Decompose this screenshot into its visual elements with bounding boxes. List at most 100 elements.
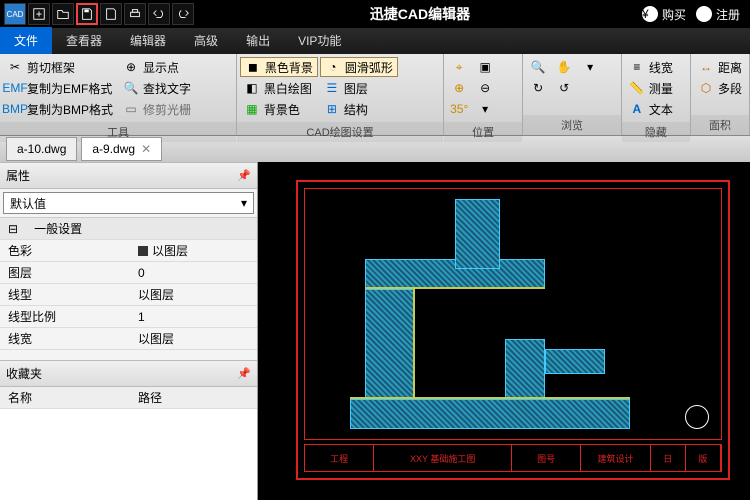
save-icon[interactable]: [76, 3, 98, 25]
coin-icon: ¥: [642, 6, 658, 22]
pos-btn-4[interactable]: ▣: [473, 57, 497, 77]
browse-btn-3[interactable]: ✋: [552, 57, 576, 77]
layers-icon: ☰: [324, 80, 340, 96]
bw-icon: ◧: [244, 80, 260, 96]
prop-row[interactable]: 线宽以图层: [0, 328, 257, 350]
title-block: 工程 XXY 基础施工图 图号 建筑设计 日 版: [304, 444, 722, 472]
open-icon[interactable]: [52, 3, 74, 25]
pin-icon[interactable]: 📌: [237, 169, 251, 182]
layers-button[interactable]: ☰图层: [320, 78, 398, 98]
drawing-canvas[interactable]: 工程 XXY 基础施工图 图号 建筑设计 日 版: [258, 162, 750, 500]
tab-viewer[interactable]: 查看器: [52, 27, 116, 54]
line-icon: ≡: [629, 59, 645, 75]
bw-drawing-button[interactable]: ◧黑白绘图: [240, 78, 318, 98]
collapse-icon[interactable]: ⊟: [0, 222, 26, 236]
register-button[interactable]: 注册: [696, 6, 740, 23]
undo-icon[interactable]: [148, 3, 170, 25]
group-browse-label: 浏览: [523, 115, 621, 135]
group-hide-label: 隐藏: [622, 122, 690, 142]
tab-vip[interactable]: VIP功能: [284, 27, 355, 54]
search-icon: 🔍: [123, 80, 139, 96]
ribbon-tabs: 文件 查看器 编辑器 高级 输出 VIP功能: [0, 28, 750, 54]
pos-btn-2[interactable]: ⊕: [447, 78, 471, 98]
structure-button[interactable]: ⊞结构: [320, 99, 398, 119]
pos-btn-6[interactable]: ▾: [473, 99, 497, 119]
prop-row[interactable]: 图层0: [0, 262, 257, 284]
pos-btn-3[interactable]: 35°: [447, 99, 471, 119]
poly-button[interactable]: ⬡多段: [694, 78, 746, 98]
fav-title: 收藏夹: [6, 365, 42, 382]
drawing-frame: 工程 XXY 基础施工图 图号 建筑设计 日 版: [296, 180, 730, 480]
app-icon: CAD: [4, 3, 26, 25]
zoom-window-icon: ⌖: [451, 59, 467, 75]
distance-button[interactable]: ↔距离: [694, 57, 746, 77]
find-text-button[interactable]: 🔍查找文字: [119, 78, 195, 98]
tab-editor[interactable]: 编辑器: [116, 27, 180, 54]
props-title: 属性: [6, 167, 30, 184]
text-button[interactable]: A文本: [625, 99, 677, 119]
ribbon: ✂剪切框架 EMF复制为EMF格式 BMP复制为BMP格式 ⊕显示点 🔍查找文字…: [0, 54, 750, 136]
prop-row[interactable]: 线型比例1: [0, 306, 257, 328]
fav-list: [0, 409, 257, 500]
color-swatch: [138, 246, 148, 256]
group-face-label: 面积: [691, 115, 749, 135]
doc-tab-a10[interactable]: a-10.dwg: [6, 137, 77, 161]
bg-color-button[interactable]: ▦背景色: [240, 99, 318, 119]
buy-button[interactable]: ¥购买: [642, 6, 686, 23]
crop-frame-button[interactable]: ✂剪切框架: [3, 57, 117, 77]
palette-icon: ▦: [244, 101, 260, 117]
angle-icon: 35°: [451, 101, 467, 117]
trim-raster-button[interactable]: ▭修剪光栅: [119, 99, 195, 119]
zoom-in-icon: ⊕: [451, 80, 467, 96]
compass-icon: [685, 405, 709, 429]
side-panel: 属性📌 默认值▾ ⊟一般设置 色彩以图层 图层0 线型以图层 线型比例1 线宽以…: [0, 162, 258, 500]
pan-icon: ✋: [556, 59, 572, 75]
lineweight-button[interactable]: ≡线宽: [625, 57, 677, 77]
target-icon: ⊕: [123, 59, 139, 75]
prop-row[interactable]: 线型以图层: [0, 284, 257, 306]
extents-icon: ▣: [477, 59, 493, 75]
distance-icon: ↔: [698, 59, 714, 75]
copy-bmp-button[interactable]: BMP复制为BMP格式: [3, 99, 117, 119]
props-combo[interactable]: 默认值▾: [3, 192, 254, 214]
fav-col-path: 路径: [130, 389, 257, 406]
zoom-out-icon: ⊖: [477, 80, 493, 96]
ruler-icon: 📏: [629, 80, 645, 96]
tree-icon: ⊞: [324, 101, 340, 117]
browse-btn-4[interactable]: ↺: [552, 78, 576, 98]
saveas-icon[interactable]: [100, 3, 122, 25]
pos-btn-1[interactable]: ⌖: [447, 57, 471, 77]
emf-icon: EMF: [7, 80, 23, 96]
browse-btn-1[interactable]: 🔍: [526, 57, 550, 77]
chevron-down-icon: ▾: [477, 101, 493, 117]
app-title: 迅捷CAD编辑器: [198, 4, 642, 24]
tab-file[interactable]: 文件: [0, 27, 52, 54]
poly-icon: ⬡: [698, 80, 714, 96]
black-bg-button[interactable]: ◼黑色背景: [240, 57, 318, 77]
print-icon[interactable]: [124, 3, 146, 25]
chevron-down-icon: ▾: [582, 59, 598, 75]
show-points-button[interactable]: ⊕显示点: [119, 57, 195, 77]
copy-emf-button[interactable]: EMF复制为EMF格式: [3, 78, 117, 98]
text-icon: A: [629, 101, 645, 117]
browse-btn-2[interactable]: ↻: [526, 78, 550, 98]
rotate-cw-icon: ↺: [556, 80, 572, 96]
measure-button[interactable]: 📏测量: [625, 78, 677, 98]
scissors-icon: ✂: [7, 59, 23, 75]
doc-tab-a9[interactable]: a-9.dwg✕: [81, 137, 162, 161]
bmp-icon: BMP: [7, 101, 23, 117]
redo-icon[interactable]: [172, 3, 194, 25]
pos-btn-5[interactable]: ⊖: [473, 78, 497, 98]
group-pos-label: 位置: [444, 122, 522, 142]
tab-output[interactable]: 输出: [232, 27, 284, 54]
tab-advanced[interactable]: 高级: [180, 27, 232, 54]
pin-icon[interactable]: 📌: [237, 367, 251, 380]
smooth-arc-button[interactable]: ◔圆滑弧形: [320, 57, 398, 77]
magnify-icon: 🔍: [530, 59, 546, 75]
prop-row[interactable]: 色彩以图层: [0, 240, 257, 262]
user-icon: [696, 6, 712, 22]
new-icon[interactable]: [28, 3, 50, 25]
blackbg-icon: ◼: [245, 59, 261, 75]
close-icon[interactable]: ✕: [141, 142, 151, 156]
browse-btn-5[interactable]: ▾: [578, 57, 602, 77]
